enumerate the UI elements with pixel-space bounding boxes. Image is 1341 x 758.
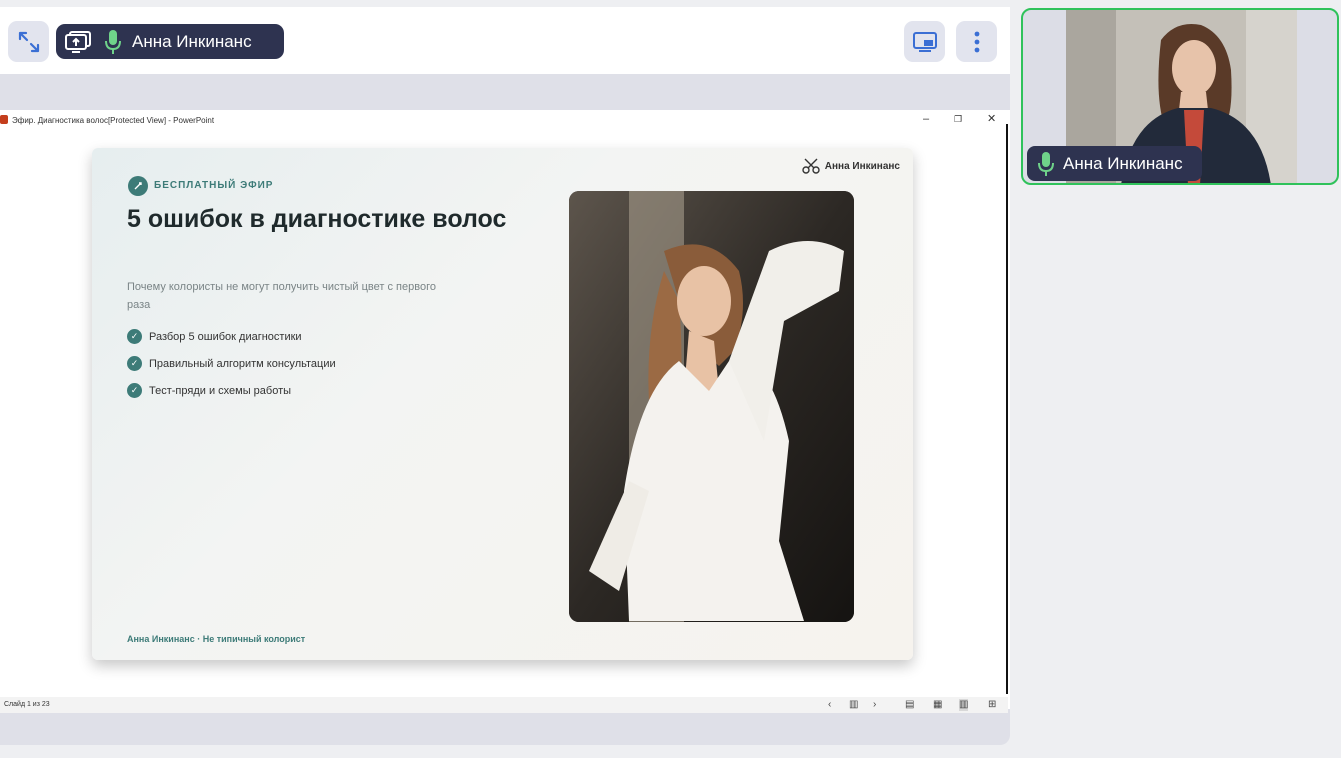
slide-panel-icon[interactable]: ▥	[849, 699, 858, 711]
slide-subtitle: Почему колористы не могут получить чисты…	[127, 281, 436, 311]
reading-view-icon[interactable]: ▥	[959, 699, 969, 711]
checklist-item: ✓ Разбор 5 ошибок диагностики	[127, 329, 302, 344]
participant-name-pill: Анна Инкинанс	[1027, 146, 1202, 181]
more-icon	[974, 31, 979, 52]
check-icon: ✓	[127, 329, 142, 344]
screen-share-icon	[60, 27, 96, 57]
slideshow-icon[interactable]: ⊞	[988, 699, 996, 711]
speaker-photo	[569, 191, 854, 622]
check-icon: ✓	[127, 356, 142, 371]
check-icon: ✓	[127, 383, 142, 398]
slide-sorter-icon[interactable]: ▦	[933, 699, 942, 711]
collapse-icon	[18, 31, 39, 52]
slide-brand: Анна Инкинанс	[802, 158, 900, 174]
mic-icon	[1038, 151, 1054, 176]
powerpoint-titlebar: Эфир. Диагностика волос[Protected View] …	[0, 110, 1008, 130]
participant-tile[interactable]: Анна Инкинанс	[1021, 8, 1339, 185]
presentation-slide: Анна Инкинанс БЕСПЛАТНЫЙ ЭФИР 5 ошибок в…	[92, 148, 913, 660]
normal-view-icon[interactable]: ▤	[905, 699, 914, 711]
slide-footer: Анна Инкинанс · Не типичный колорист	[127, 634, 306, 644]
layout-button[interactable]	[904, 21, 945, 62]
shared-screen: Эфир. Диагностика волос[Protected View] …	[0, 110, 1010, 713]
restore-button[interactable]: ❐	[954, 112, 962, 126]
divider	[1006, 124, 1008, 694]
powerpoint-icon	[0, 115, 8, 124]
active-speaker-pill[interactable]: Анна Инкинанс	[56, 24, 284, 59]
conference-main-panel: Анна Инкинанс Эфир. Диагностика волос[Pr…	[0, 7, 1010, 745]
badge-icon	[128, 176, 148, 196]
prev-slide-button[interactable]: ‹	[828, 699, 831, 711]
checklist-item: ✓ Правильный алгоритм консультации	[127, 356, 336, 371]
slide-title: 5 ошибок в диагностике волос	[127, 205, 507, 233]
top-toolbar: Анна Инкинанс	[0, 7, 1010, 74]
window-title: Эфир. Диагностика волос[Protected View] …	[12, 115, 215, 125]
speaker-name: Анна Инкинанс	[132, 31, 252, 51]
scissors-logo-icon	[802, 158, 820, 174]
slide-counter: Слайд 1 из 23	[4, 701, 50, 708]
mic-icon	[100, 27, 126, 57]
participant-name: Анна Инкинанс	[1063, 153, 1183, 173]
more-options-button[interactable]	[956, 21, 997, 62]
close-button[interactable]: ✕	[987, 112, 996, 126]
next-slide-button[interactable]: ›	[873, 699, 876, 711]
slide-badge: БЕСПЛАТНЫЙ ЭФИР	[154, 180, 274, 191]
minimize-button[interactable]: –	[923, 112, 929, 126]
powerpoint-statusbar: Слайд 1 из 23 ‹ ▥ › ▤ ▦ ▥ ⊞	[0, 697, 1008, 713]
layout-icon	[912, 31, 937, 52]
checklist-item: ✓ Тест-пряди и схемы работы	[127, 383, 291, 398]
brand-name: Анна Инкинанс	[824, 160, 900, 172]
collapse-button[interactable]	[8, 21, 49, 62]
